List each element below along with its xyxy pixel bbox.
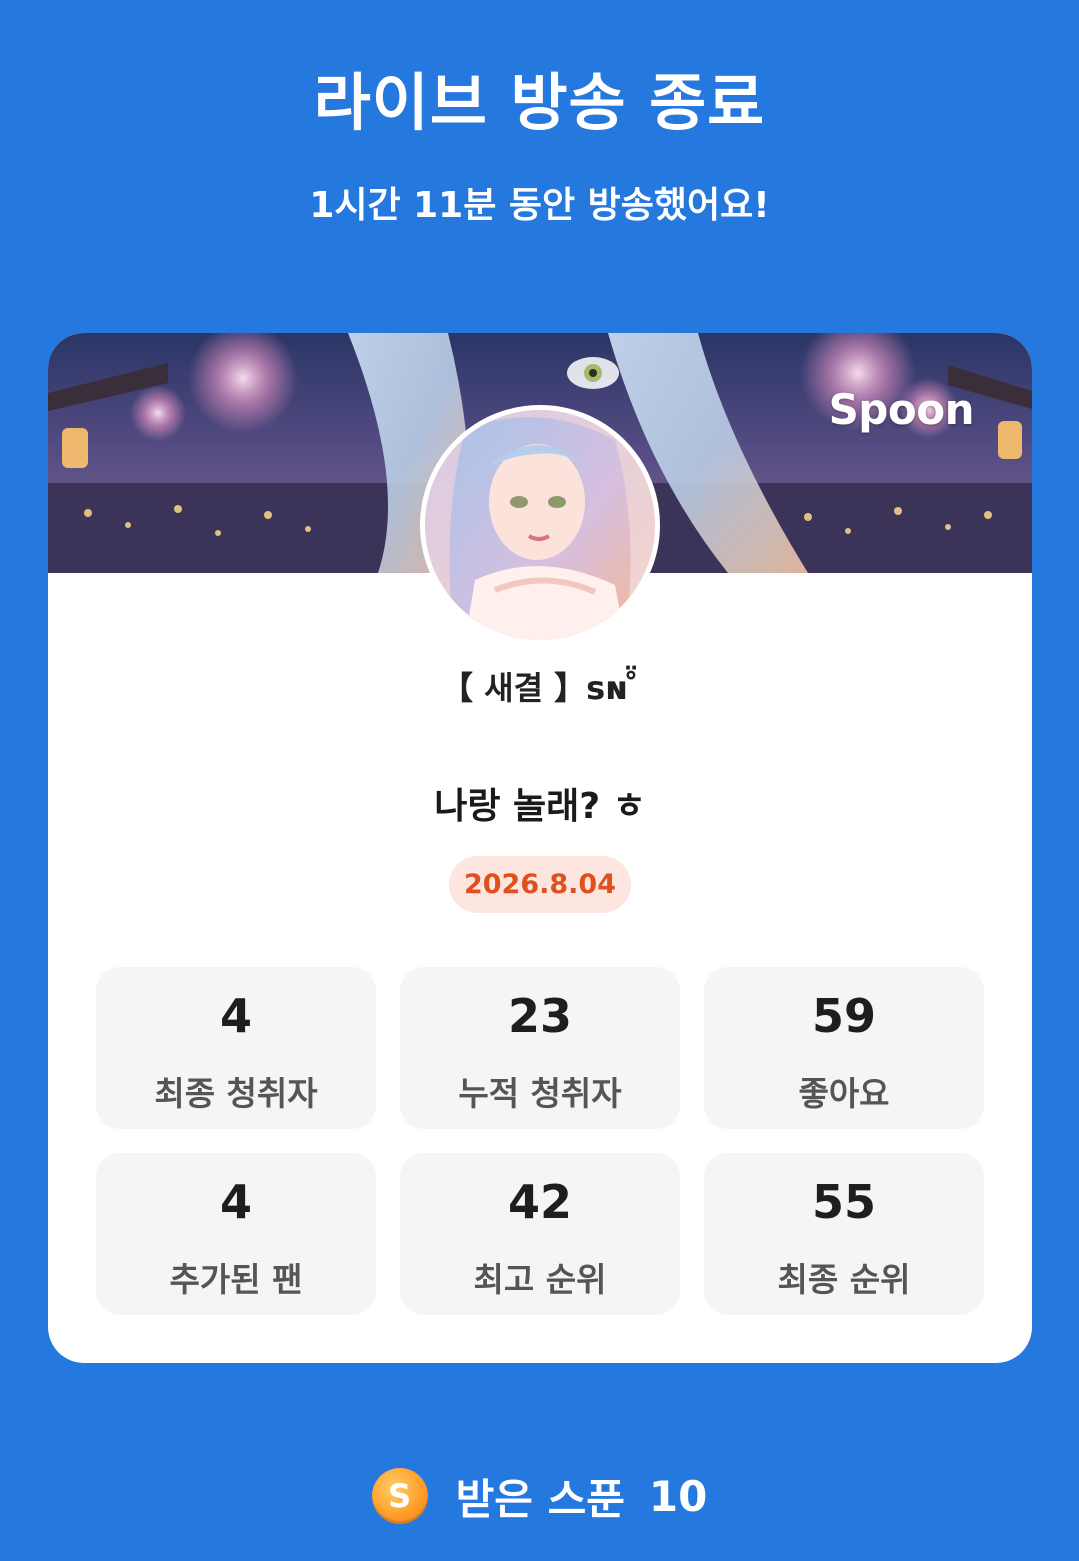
stat-label: 추가된 팬 — [169, 1260, 303, 1299]
date-badge: 2026.8.04 — [449, 856, 631, 913]
spoon-coin-icon: S — [371, 1468, 428, 1524]
stat-best-rank: 42 최고 순위 — [400, 1153, 680, 1315]
stat-label: 누적 청취자 — [458, 1074, 622, 1113]
spoon-logo: Spoon — [828, 385, 975, 434]
avatar[interactable] — [420, 405, 660, 645]
stat-label: 최종 청취자 — [154, 1074, 318, 1113]
stat-value: 59 — [811, 989, 876, 1043]
stat-value: 4 — [219, 989, 252, 1043]
summary-card: Spoon 【 새결 】sɴ ̊̈ 나랑 놀래? ㅎ 2026.8.04 4 최… — [48, 333, 1032, 1363]
received-spoons-count: 10 — [648, 1471, 708, 1521]
stat-final-listeners: 4 최종 청취자 — [96, 967, 376, 1129]
stat-label: 최고 순위 — [473, 1260, 607, 1299]
stat-value: 42 — [507, 1175, 572, 1229]
live-title: 나랑 놀래? ㅎ — [434, 786, 646, 827]
received-spoons-label: 받은 스푼 — [455, 1474, 625, 1524]
stat-value: 55 — [811, 1175, 876, 1229]
stat-label: 좋아요 — [798, 1074, 890, 1113]
stat-final-rank: 55 최종 순위 — [704, 1153, 984, 1315]
dj-nickname: 【 새결 】sɴ ̊̈ — [441, 669, 639, 707]
stat-new-fans: 4 추가된 팬 — [96, 1153, 376, 1315]
stat-value: 4 — [219, 1175, 252, 1229]
stat-total-listeners: 23 누적 청취자 — [400, 967, 680, 1129]
stat-value: 23 — [507, 989, 572, 1043]
stat-likes: 59 좋아요 — [704, 967, 984, 1129]
stat-label: 최종 순위 — [777, 1260, 911, 1299]
broadcast-duration: 1시간 11분 동안 방송했어요! — [309, 185, 770, 226]
page-title: 라이브 방송 종료 — [313, 66, 766, 139]
received-spoons: S 받은 스푼 10 — [0, 1466, 1079, 1526]
